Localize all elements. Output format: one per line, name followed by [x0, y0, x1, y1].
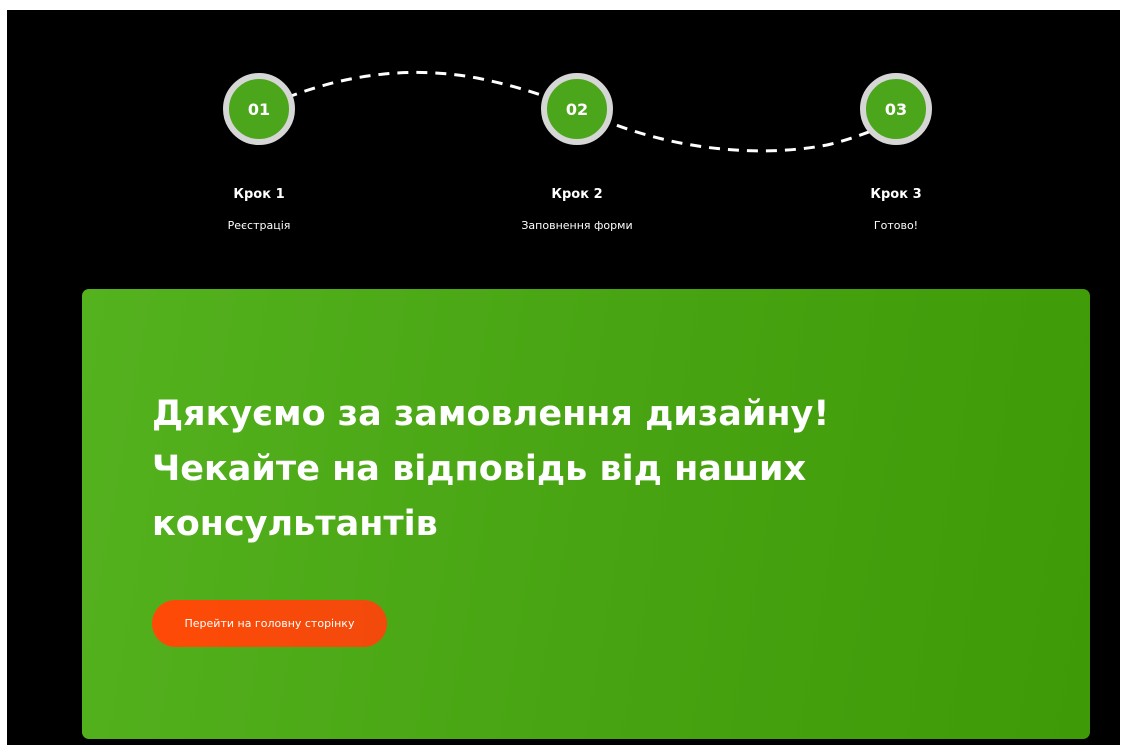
thankyou-card: Дякуємо за замовлення дизайну! Чекайте н… — [82, 289, 1090, 739]
step-2-title: Крок 2 — [551, 187, 603, 202]
step-1-subtitle: Реєстрація — [227, 219, 291, 232]
headline-line: Чекайте на відповідь від наших — [152, 449, 807, 489]
step-2-circle: 02 — [541, 73, 613, 145]
headline-line: консультантів — [152, 504, 438, 544]
step-3-number: 03 — [884, 99, 908, 119]
step-1-circle: 01 — [223, 73, 295, 145]
go-home-button[interactable]: Перейти на головну сторінку — [152, 600, 387, 647]
step-3-title: Крок 3 — [870, 187, 922, 202]
headline-line: Дякуємо за замовлення дизайну! — [152, 394, 830, 434]
step-2-number: 02 — [565, 99, 589, 119]
step-1-number: 01 — [247, 99, 271, 119]
step-2-subtitle: Заповнення форми — [521, 219, 633, 232]
thankyou-headline: Дякуємо за замовлення дизайну! Чекайте н… — [152, 387, 1032, 552]
step-3-circle: 03 — [860, 73, 932, 145]
step-1-title: Крок 1 — [233, 187, 285, 202]
page: 01 Крок 1 Реєстрація 02 Крок 2 Заповненн… — [7, 10, 1120, 745]
step-3-subtitle: Готово! — [873, 219, 919, 232]
